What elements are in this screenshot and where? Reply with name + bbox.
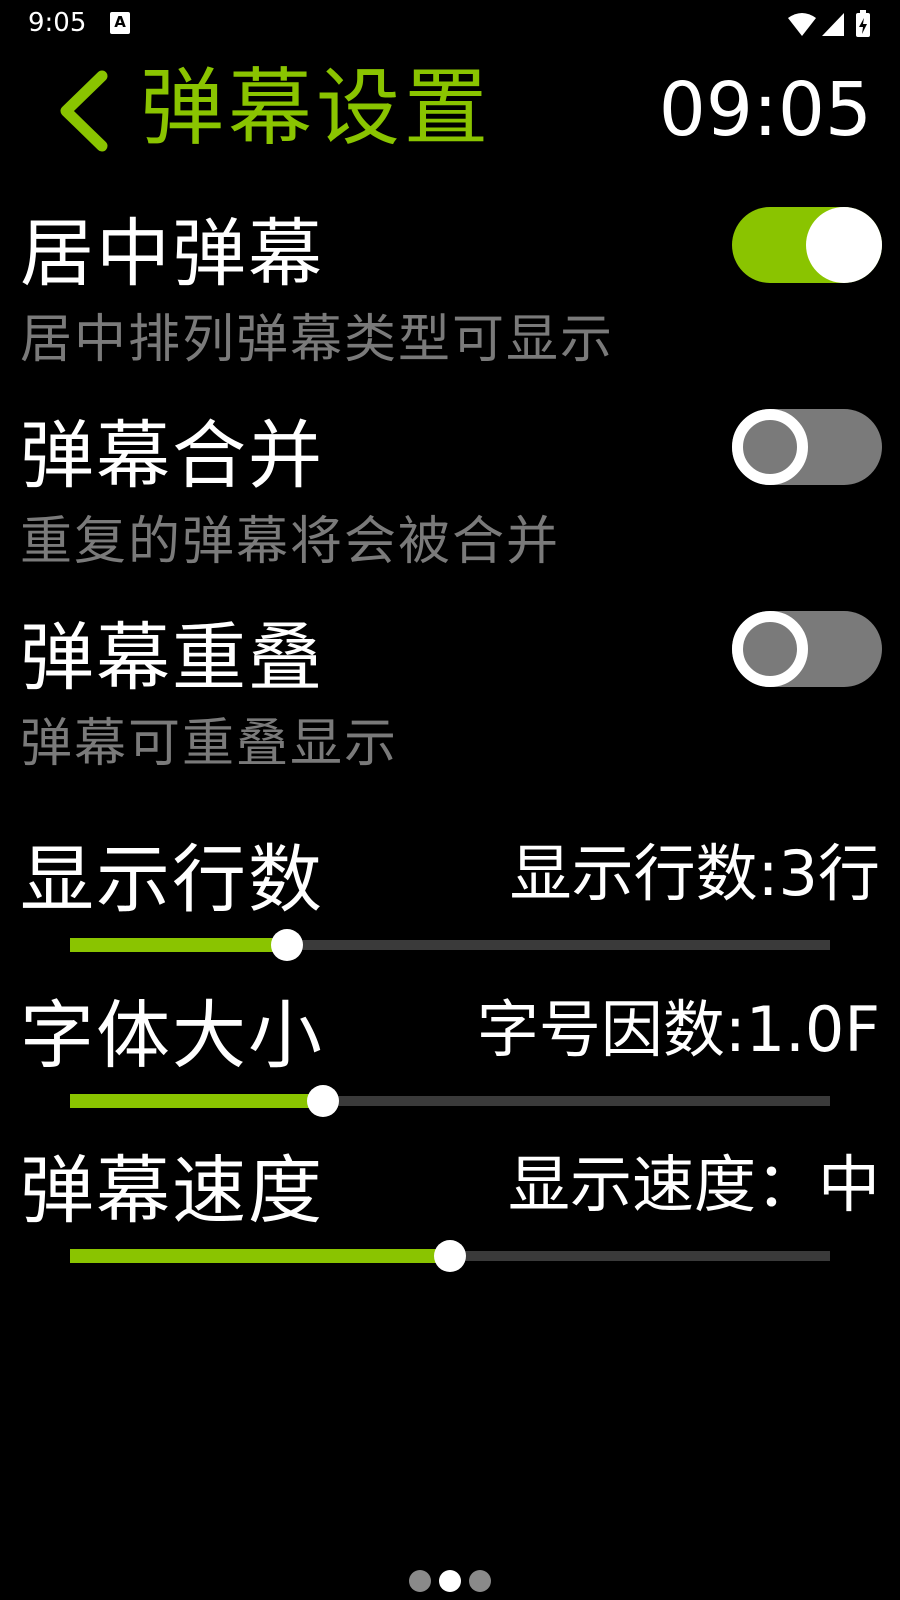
back-button[interactable] bbox=[56, 66, 116, 156]
chevron-left-icon bbox=[60, 70, 108, 152]
line-count-slider[interactable] bbox=[70, 929, 830, 961]
switch-knob bbox=[732, 409, 808, 485]
page-indicator bbox=[0, 1570, 900, 1594]
slider-title: 字体大小 bbox=[20, 993, 324, 1079]
cell-signal-icon bbox=[822, 13, 844, 36]
notification-icon: A bbox=[110, 12, 130, 34]
overlap-danmaku-switch[interactable] bbox=[732, 611, 882, 687]
status-bar: 9:05 A bbox=[0, 0, 900, 50]
toggle-title: 弹幕合并 bbox=[20, 413, 324, 499]
slider-thumb[interactable] bbox=[270, 929, 303, 961]
slider-value-label: 显示行数:3行 bbox=[509, 837, 880, 910]
page-dot[interactable] bbox=[439, 1570, 461, 1592]
slider-title: 弹幕速度 bbox=[20, 1148, 324, 1234]
slider-fill bbox=[70, 1249, 450, 1263]
status-time: 9:05 bbox=[28, 8, 87, 38]
slider-thumb[interactable] bbox=[434, 1240, 466, 1272]
toggle-subtitle: 居中排列弹幕类型可显示 bbox=[20, 310, 615, 370]
switch-knob bbox=[732, 611, 808, 687]
toggle-title: 居中弹幕 bbox=[20, 211, 324, 297]
slider-thumb[interactable] bbox=[307, 1085, 340, 1117]
header: 弹幕设置 09:05 bbox=[0, 58, 900, 158]
font-size-slider[interactable] bbox=[70, 1085, 830, 1117]
slider-title: 显示行数 bbox=[20, 837, 324, 923]
switch-knob bbox=[806, 207, 882, 283]
slider-value-label: 显示速度：中 bbox=[507, 1148, 880, 1221]
wifi-icon bbox=[788, 13, 816, 36]
slider-fill bbox=[70, 1094, 324, 1108]
center-danmaku-switch[interactable] bbox=[732, 207, 882, 283]
page-title: 弹幕设置 bbox=[140, 59, 493, 157]
merge-danmaku-switch[interactable] bbox=[732, 409, 882, 485]
page-dot[interactable] bbox=[469, 1570, 491, 1592]
page-dot[interactable] bbox=[409, 1570, 431, 1592]
toggle-subtitle: 弹幕可重叠显示 bbox=[20, 714, 399, 774]
slider-fill bbox=[70, 938, 287, 952]
status-icons bbox=[786, 10, 876, 38]
header-clock: 09:05 bbox=[658, 67, 872, 153]
slider-value-label: 字号因数:1.0F bbox=[476, 993, 880, 1066]
toggle-title: 弹幕重叠 bbox=[20, 615, 324, 701]
toggle-subtitle: 重复的弹幕将会被合并 bbox=[20, 512, 561, 572]
battery-charging-icon bbox=[856, 10, 870, 37]
speed-slider[interactable] bbox=[70, 1240, 830, 1272]
